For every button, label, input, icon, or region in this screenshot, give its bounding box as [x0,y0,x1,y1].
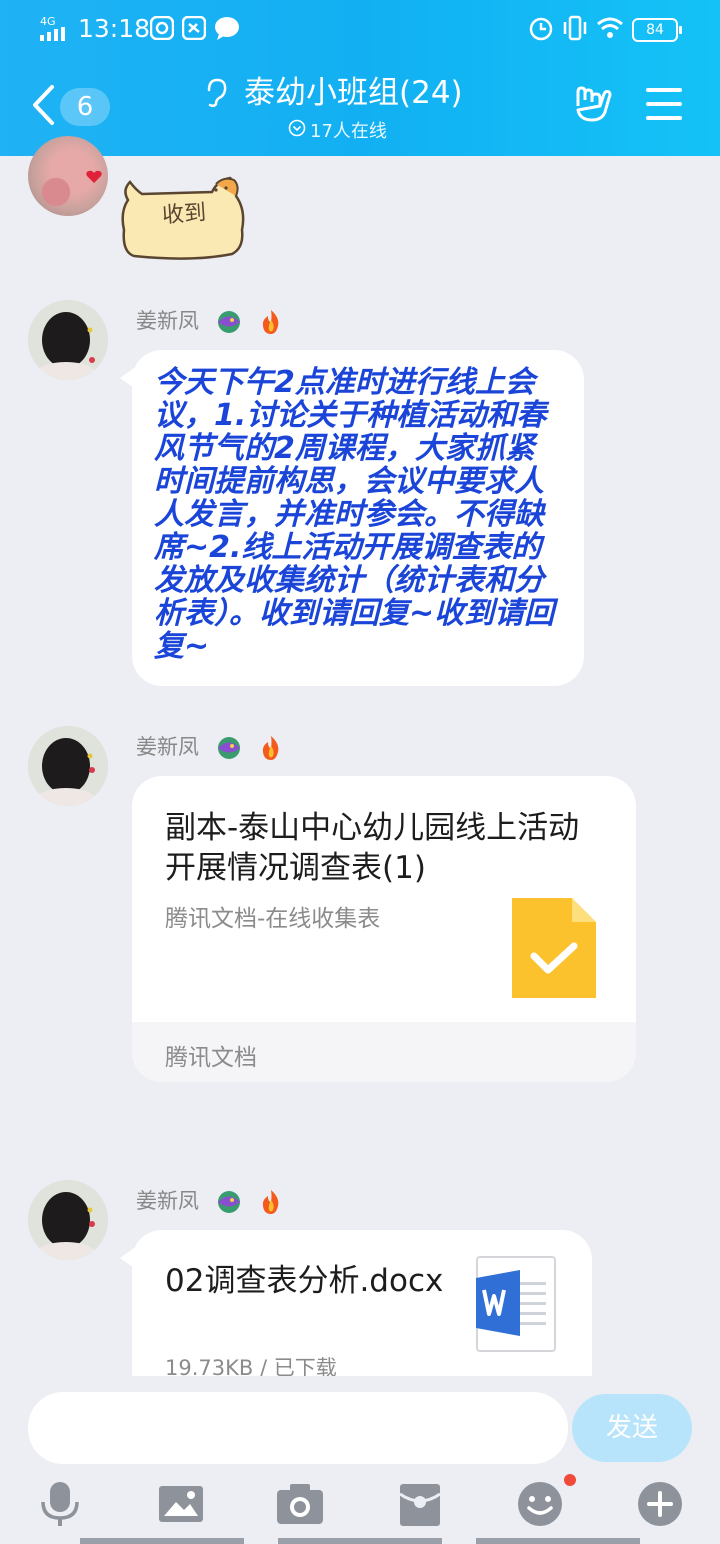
file-name: 02调查表分析.docx [165,1263,444,1299]
network-type: 4G [40,15,56,28]
chevron-down-circle-icon [288,119,306,137]
hand-gesture-icon[interactable] [572,84,614,124]
vibrate-icon [563,15,587,41]
message-input[interactable] [28,1392,568,1464]
sender-name: 姜新凤 [136,305,284,336]
wifi-icon [597,17,623,38]
alarm-icon [529,17,553,41]
sender-name: 姜新凤 [136,731,284,762]
group-title[interactable]: 泰幼小班组(24) [244,74,463,112]
card-title: 副本-泰山中心幼儿园线上活动开展情况调查表(1) [165,810,580,886]
message-notification-icon [215,17,239,40]
card-footer-label: 腾讯文档 [165,1045,257,1071]
back-arrow-icon[interactable] [30,84,56,126]
dragon-badge-icon [217,1191,240,1213]
emoji-icon[interactable] [516,1480,564,1528]
check-document-icon [512,898,596,998]
status-bar: 4G 13:18 84 [0,0,720,58]
red-packet-icon[interactable] [398,1480,446,1528]
battery-indicator: 84 [632,18,682,42]
signal-icon [40,27,65,41]
notification-app-icon [150,16,174,40]
flame-badge-icon [263,310,279,334]
dragon-badge-icon [217,311,240,333]
menu-icon[interactable] [646,88,682,130]
sender-name: 姜新凤 [136,1185,284,1216]
dragon-badge-icon [217,737,240,759]
camera-icon[interactable] [276,1480,324,1528]
heart-icon [86,170,102,183]
plus-icon[interactable] [636,1480,684,1528]
online-count-label: 17人在线 [310,121,387,142]
flame-badge-icon [263,1190,279,1214]
status-time: 13:18 [78,14,151,43]
sender-name-label: 姜新凤 [136,735,199,759]
notification-app-icon-2 [182,16,206,40]
sticker-caption: 收到 [161,200,208,229]
avatar-photo [28,1180,108,1260]
earpiece-mode-icon[interactable] [200,76,230,108]
sender-name-label: 姜新凤 [136,1189,199,1213]
send-button[interactable]: 发送 [572,1394,692,1462]
new-emoji-dot [564,1474,576,1486]
home-indicator [476,1538,640,1544]
avatar[interactable] [28,1180,108,1260]
home-indicator [278,1538,442,1544]
unread-count-badge[interactable]: 6 [60,88,110,126]
avatar-photo [28,726,108,806]
flame-badge-icon [263,736,279,760]
microphone-icon[interactable] [40,1480,88,1528]
word-file-icon [476,1256,556,1352]
home-indicator [80,1538,244,1544]
chat-header: 4G 13:18 84 6 泰幼小班组(24) 17人在线 [0,0,720,156]
sender-name-label: 姜新凤 [136,309,199,333]
card-subtitle: 腾讯文档-在线收集表 [165,906,381,932]
avatar[interactable] [28,300,108,380]
image-icon[interactable] [158,1480,206,1528]
avatar[interactable] [28,726,108,806]
avatar-photo [28,300,108,380]
message-text: 今天下午2点准时进行线上会议，1.讨论关于种植活动和春风节气的2周课程，大家抓紧… [154,365,555,664]
online-count[interactable]: 17人在线 [288,117,387,143]
